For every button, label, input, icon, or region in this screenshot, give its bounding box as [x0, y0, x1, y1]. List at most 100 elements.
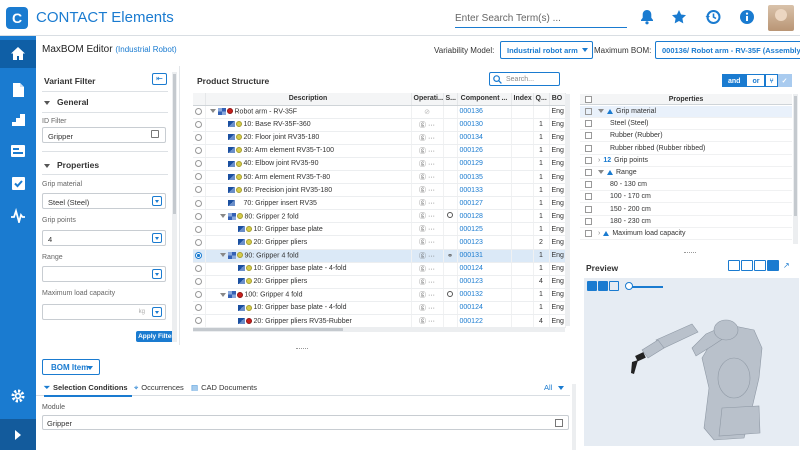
- property-checkbox[interactable]: [585, 181, 592, 189]
- row-radio[interactable]: [195, 238, 203, 246]
- structure-row[interactable]: 30: Arm element RV35-T-100 ⓖ ··· 000126 1 En…: [193, 144, 566, 158]
- select-all-checkbox[interactable]: [585, 96, 592, 103]
- expand-nav-icon[interactable]: [0, 419, 36, 450]
- tab-cad-documents[interactable]: ▤ CAD Documents: [191, 383, 257, 392]
- structure-row[interactable]: 20: Floor joint RV35-180 ⓖ ··· 000134 1 Eng: [193, 131, 566, 145]
- row-radio[interactable]: [195, 120, 203, 128]
- document-icon[interactable]: [0, 76, 36, 104]
- operation-menu[interactable]: ···: [428, 200, 435, 207]
- column-header-bom-type[interactable]: BO: [549, 93, 566, 106]
- picture-icon[interactable]: [754, 260, 766, 271]
- component-link[interactable]: 000124: [460, 265, 483, 272]
- row-radio[interactable]: [195, 160, 203, 168]
- structure-row[interactable]: 20: Gripper pliers ⓖ ··· 000123 2 Eng: [193, 235, 566, 250]
- chevron-down-icon[interactable]: [219, 253, 226, 258]
- structure-row[interactable]: 90: Gripper 4 fold ⓖ ··· ⚭ 000131 1 Eng: [193, 249, 566, 263]
- row-radio[interactable]: [195, 107, 203, 115]
- property-value-row[interactable]: Rubber ribbed (Rubber ribbed): [580, 143, 792, 155]
- variability-model-select[interactable]: Industrial robot arm: [500, 41, 593, 59]
- operation-menu[interactable]: ···: [428, 253, 435, 260]
- property-value-row[interactable]: 100 - 170 cm: [580, 191, 792, 204]
- property-checkbox[interactable]: [585, 108, 592, 115]
- row-radio[interactable]: [195, 265, 203, 272]
- gear-icon[interactable]: [0, 382, 36, 410]
- shading-icon[interactable]: [587, 281, 597, 291]
- chevron-right-icon[interactable]: ›: [598, 230, 600, 237]
- structure-row[interactable]: 20: Gripper pliers ⓖ ··· 000123 4 Eng: [193, 275, 566, 289]
- property-group-row[interactable]: › Maximum load capacity: [580, 228, 792, 240]
- row-radio[interactable]: [195, 147, 203, 155]
- operation-menu[interactable]: ···: [428, 174, 435, 181]
- transparency-slider-handle[interactable]: [625, 282, 633, 290]
- structure-row[interactable]: 20: Gripper pliers RV35-Rubber ⓖ ··· 00012…: [193, 314, 566, 329]
- bell-icon[interactable]: [638, 9, 656, 27]
- form-icon[interactable]: [0, 138, 36, 166]
- bottom-scrollbar[interactable]: [572, 384, 576, 450]
- property-value-row[interactable]: 150 - 200 cm: [580, 204, 792, 216]
- all-filter-dropdown[interactable]: All: [544, 383, 565, 392]
- user-avatar[interactable]: [768, 5, 794, 31]
- operation-menu[interactable]: ···: [428, 226, 435, 233]
- property-checkbox[interactable]: [585, 144, 592, 152]
- component-link[interactable]: 000128: [460, 213, 483, 220]
- operation-menu[interactable]: ···: [428, 122, 435, 129]
- property-checkbox[interactable]: [585, 217, 592, 225]
- section-icon[interactable]: [609, 281, 619, 291]
- structure-row[interactable]: 60: Precision joint RV35-180 ⓖ ··· 000133 1…: [193, 183, 566, 198]
- fit-view-icon[interactable]: [598, 281, 608, 291]
- tab-occurrences[interactable]: ⌖ Occurrences: [134, 383, 184, 393]
- column-header-quantity[interactable]: Q...: [533, 93, 550, 106]
- max-load-select[interactable]: kg: [42, 304, 166, 320]
- collapse-panel-button[interactable]: ⇤: [152, 73, 167, 85]
- component-link[interactable]: 000131: [460, 252, 483, 259]
- component-link[interactable]: 000126: [460, 147, 483, 154]
- component-link[interactable]: 000136: [460, 108, 483, 115]
- property-value-row[interactable]: 180 - 230 cm: [580, 216, 792, 228]
- row-radio[interactable]: [195, 291, 203, 299]
- column-header-index[interactable]: Index: [511, 93, 534, 106]
- component-link[interactable]: 000129: [460, 160, 483, 167]
- structure-row[interactable]: 10: Gripper base plate - 4-fold ⓖ ··· 0001…: [193, 262, 566, 276]
- general-section-toggle[interactable]: General: [44, 97, 89, 107]
- row-radio[interactable]: [195, 212, 203, 220]
- operation-menu[interactable]: ···: [428, 266, 435, 273]
- component-link[interactable]: 000135: [460, 174, 483, 181]
- structure-row[interactable]: 10: Gripper base plate ⓖ ··· 000125 1 Eng: [193, 222, 566, 237]
- branch-icon[interactable]: ⑂: [765, 74, 778, 87]
- property-checkbox[interactable]: [585, 230, 592, 237]
- row-radio[interactable]: [195, 225, 203, 233]
- panel-resize-handle[interactable]: [296, 348, 308, 350]
- component-link[interactable]: 000125: [460, 226, 483, 233]
- structure-horizontal-scrollbar-thumb[interactable]: [193, 328, 343, 331]
- and-toggle[interactable]: and: [722, 74, 747, 87]
- range-select[interactable]: [42, 266, 166, 282]
- panel-resize-handle[interactable]: [684, 252, 696, 254]
- component-link[interactable]: 000132: [460, 291, 483, 298]
- component-link[interactable]: 000134: [460, 134, 483, 141]
- operation-menu[interactable]: ···: [428, 148, 435, 155]
- info-icon[interactable]: [728, 260, 740, 271]
- property-checkbox[interactable]: [585, 193, 592, 201]
- component-link[interactable]: 000123: [460, 278, 483, 285]
- property-checkbox[interactable]: [585, 120, 592, 128]
- structure-row[interactable]: 50: Arm element RV35-T-80 ⓖ ··· 000135 1 Eng: [193, 170, 566, 185]
- maximum-bom-select[interactable]: 000136/ Robot arm - RV-35F (Assembly): [655, 41, 800, 59]
- row-radio[interactable]: [195, 317, 203, 325]
- row-radio[interactable]: [195, 173, 203, 181]
- clear-icon[interactable]: [151, 130, 159, 138]
- operation-menu[interactable]: ···: [428, 239, 435, 246]
- structure-row[interactable]: 80: Gripper 2 fold ⓖ ··· 000128 1 Eng: [193, 209, 566, 224]
- structure-vertical-scrollbar[interactable]: [565, 94, 570, 326]
- structure-row[interactable]: 40: Elbow joint RV35-90 ⓖ ··· 000129 1 Eng: [193, 157, 566, 171]
- component-link[interactable]: 000124: [460, 304, 483, 311]
- star-icon[interactable]: [670, 9, 688, 27]
- activity-icon[interactable]: [0, 202, 36, 230]
- apply-filter-button[interactable]: Apply Filter: [136, 331, 176, 342]
- grip-material-select[interactable]: Steel (Steel): [42, 193, 166, 209]
- property-checkbox[interactable]: [585, 169, 592, 176]
- or-toggle[interactable]: or: [746, 74, 766, 87]
- id-filter-input[interactable]: Gripper: [42, 127, 166, 143]
- check-icon[interactable]: ✓: [777, 74, 792, 87]
- dropdown-icon[interactable]: [152, 233, 162, 243]
- component-link[interactable]: 000127: [460, 200, 483, 207]
